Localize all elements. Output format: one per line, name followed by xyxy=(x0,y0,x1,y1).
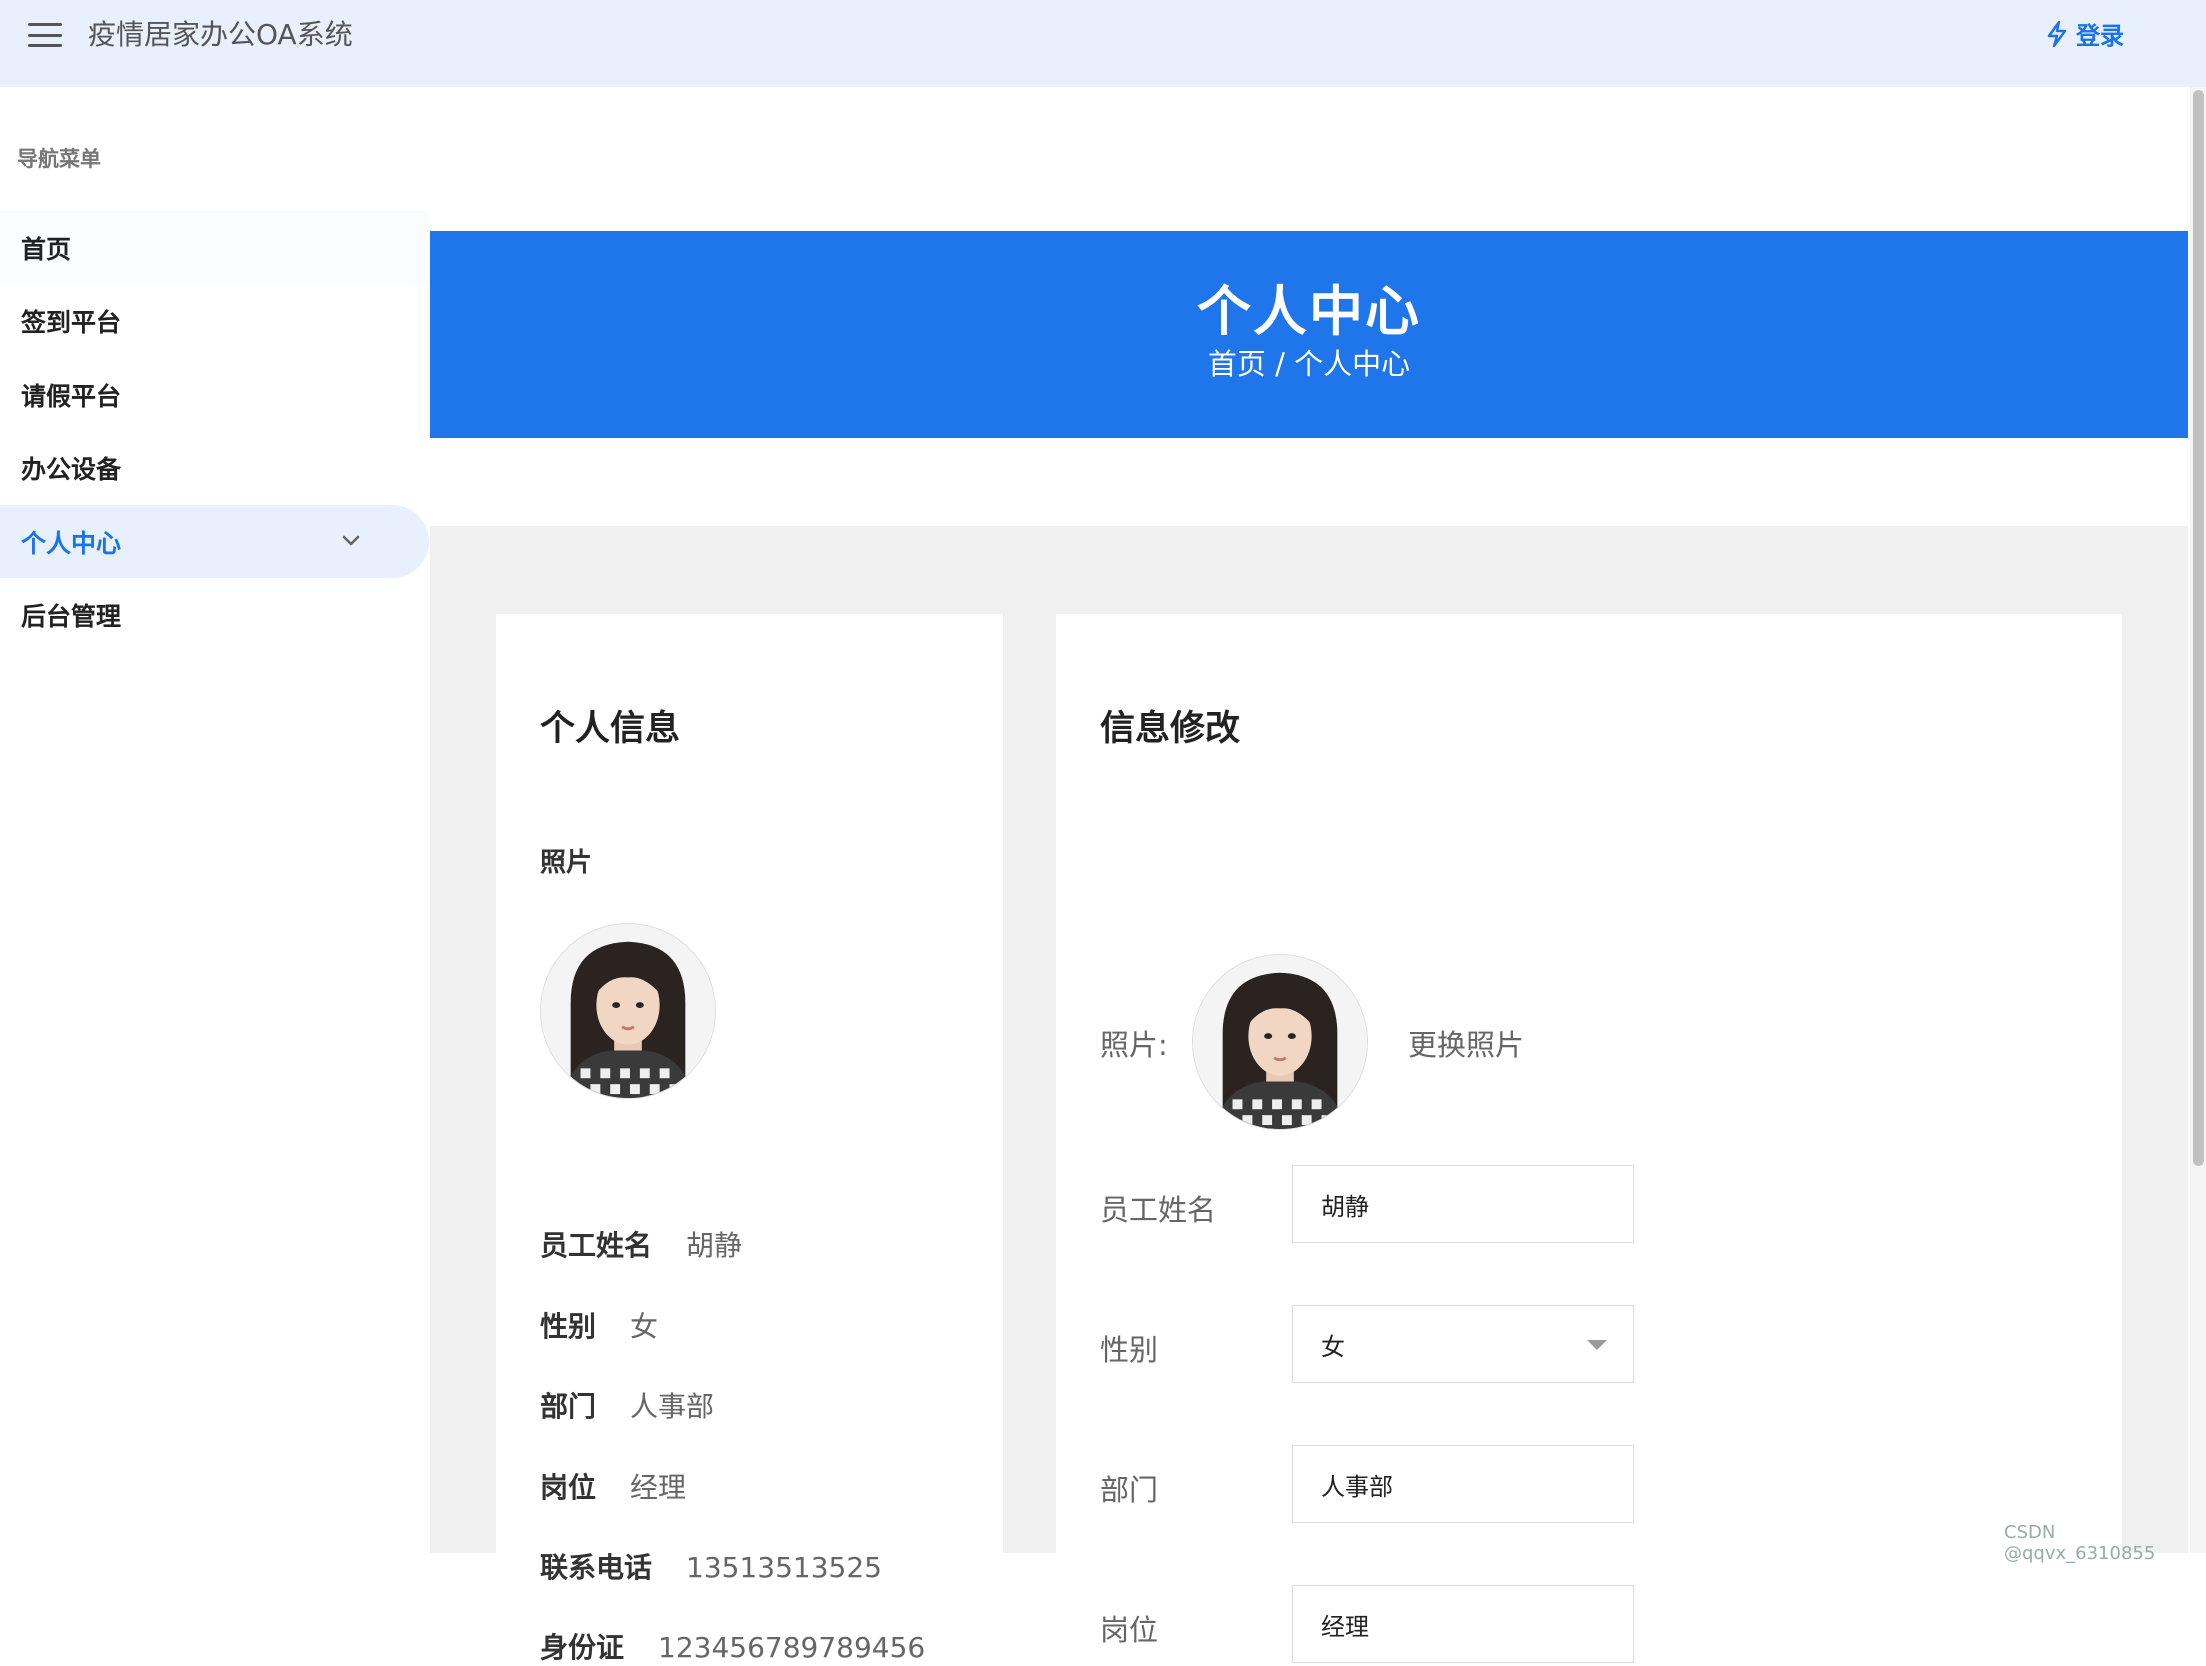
top-bar: 疫情居家办公OA系统 登录 xyxy=(0,0,2206,87)
name-field-label: 员工姓名 xyxy=(1100,1193,1217,1227)
lightning-icon xyxy=(2047,20,2067,47)
gender-field-label: 性别 xyxy=(1100,1333,1159,1367)
info-row-phone: 联系电话 13513513525 xyxy=(540,1551,882,1584)
login-link[interactable]: 登录 xyxy=(2046,16,2124,51)
edit-card: 信息修改 照片: 更换照片 员工姓名 胡静 性别 女 部门 人事部 岗位 经理 xyxy=(1056,614,2122,1663)
sidebar-item-profile[interactable]: 个人中心 xyxy=(0,505,429,578)
sidebar-item-leave[interactable]: 请假平台 xyxy=(0,358,429,431)
position-field-label: 岗位 xyxy=(1100,1613,1159,1647)
department-input[interactable] xyxy=(1292,1445,1634,1523)
avatar xyxy=(540,923,716,1099)
login-label: 登录 xyxy=(2076,22,2124,50)
breadcrumb: 首页 / 个人中心 xyxy=(1207,347,1411,381)
department-field-label: 部门 xyxy=(1100,1473,1159,1507)
info-row-name: 员工姓名 胡静 xyxy=(540,1229,743,1262)
chevron-down-icon xyxy=(342,535,360,546)
edit-card-title: 信息修改 xyxy=(1100,709,1241,749)
position-input[interactable] xyxy=(1292,1585,1634,1663)
sidebar: 导航菜单 首页 签到平台 请假平台 办公设备 个人中心 后台管理 xyxy=(0,87,429,1553)
sidebar-item-label: 个人中心 xyxy=(21,528,122,558)
profile-card-title: 个人信息 xyxy=(540,709,681,749)
avatar-photo xyxy=(1193,955,1367,1129)
page-banner: 个人中心 首页 / 个人中心 xyxy=(430,231,2188,438)
sidebar-item-checkin[interactable]: 签到平台 xyxy=(0,284,429,357)
avatar-photo xyxy=(541,924,715,1098)
photo-label: 照片 xyxy=(540,848,593,878)
sidebar-item-equipment[interactable]: 办公设备 xyxy=(0,431,429,504)
sidebar-item-label: 后台管理 xyxy=(21,601,122,631)
name-input[interactable] xyxy=(1292,1165,1634,1243)
watermark: CSDN @qqvx_6310855 xyxy=(2004,1522,2156,1564)
page-title: 个人中心 xyxy=(1197,280,1421,343)
main-content: 个人中心 首页 / 个人中心 个人信息 照片 员工姓名 胡静 性别 女 部门 人… xyxy=(430,87,2188,1664)
info-row-department: 部门 人事部 xyxy=(540,1390,715,1423)
photo-field-label: 照片: xyxy=(1100,1028,1168,1062)
scrollbar-thumb[interactable] xyxy=(2193,90,2204,1166)
sidebar-item-label: 首页 xyxy=(21,234,72,264)
sidebar-item-admin[interactable]: 后台管理 xyxy=(0,578,429,651)
info-row-position: 岗位 经理 xyxy=(540,1471,687,1504)
sidebar-item-label: 签到平台 xyxy=(21,307,122,337)
dropdown-caret-icon xyxy=(1587,1340,1607,1350)
sidebar-item-home[interactable]: 首页 xyxy=(0,211,429,284)
nav-caption: 导航菜单 xyxy=(17,147,101,171)
info-row-gender: 性别 女 xyxy=(540,1310,659,1343)
app-title: 疫情居家办公OA系统 xyxy=(88,18,353,51)
profile-card: 个人信息 照片 员工姓名 胡静 性别 女 部门 人事部 岗位 经理 联系电话 1… xyxy=(496,614,1003,1664)
gender-select[interactable]: 女 xyxy=(1292,1305,1634,1383)
hamburger-menu-icon[interactable] xyxy=(26,20,64,50)
sidebar-item-label: 办公设备 xyxy=(21,454,122,484)
info-row-id-card: 身份证 123456789789456 xyxy=(540,1631,926,1664)
change-photo-button[interactable]: 更换照片 xyxy=(1408,1022,1524,1064)
gender-select-value: 女 xyxy=(1321,1332,1345,1361)
edit-avatar xyxy=(1192,954,1368,1130)
sidebar-item-label: 请假平台 xyxy=(21,381,122,411)
